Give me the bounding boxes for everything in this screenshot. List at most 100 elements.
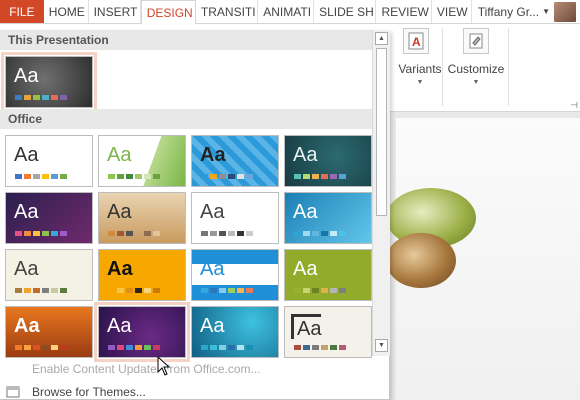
color-swatch: [60, 231, 67, 236]
theme-thumbnail[interactable]: Aa: [5, 192, 93, 244]
avatar: [554, 1, 576, 22]
color-swatch: [117, 288, 124, 293]
color-swatch: [15, 231, 22, 236]
theme-sample-text: Aa: [107, 258, 133, 280]
theme-thumbnail[interactable]: Aa: [284, 135, 372, 187]
theme-thumbnail[interactable]: Aa: [191, 192, 279, 244]
color-swatch: [126, 231, 133, 236]
color-swatch: [153, 231, 160, 236]
color-swatch: [219, 174, 226, 179]
gallery-scrollbar[interactable]: ▲ ▼: [372, 30, 390, 356]
color-swatch: [246, 288, 253, 293]
svg-text:A: A: [412, 35, 421, 49]
color-swatch: [237, 345, 244, 350]
color-swatch: [330, 174, 337, 179]
browse-themes-icon: [6, 386, 20, 398]
tab-design[interactable]: DESIGN: [140, 0, 196, 25]
theme-thumbnail[interactable]: Aa: [98, 135, 186, 187]
enable-content-updates-label: Enable Content Updates from Office.com..…: [32, 362, 261, 376]
theme-sample-text: Aa: [293, 144, 318, 166]
theme-thumbnail[interactable]: Aa: [284, 306, 372, 358]
color-swatch: [201, 288, 208, 293]
tab-file[interactable]: FILE: [0, 0, 44, 23]
theme-thumbnail[interactable]: Aa: [191, 249, 279, 301]
color-swatch: [201, 345, 208, 350]
disc-graphic: [386, 233, 456, 288]
current-theme-thumbnail[interactable]: Aa: [1, 52, 97, 112]
color-swatch: [144, 288, 151, 293]
color-swatch: [24, 231, 31, 236]
color-swatch: [321, 174, 328, 179]
variants-label: Variants: [398, 62, 442, 76]
color-swatch: [246, 174, 253, 179]
color-swatch: [321, 231, 328, 236]
color-swatch: [219, 345, 226, 350]
tab-slide-show[interactable]: SLIDE SH: [314, 0, 377, 23]
tab-animations[interactable]: ANIMATI: [258, 0, 315, 23]
browse-for-themes-item[interactable]: Browse for Themes...: [0, 381, 372, 400]
color-swatch: [60, 174, 67, 179]
scroll-down-icon[interactable]: ▼: [375, 339, 388, 352]
color-swatch: [303, 288, 310, 293]
tab-transitions[interactable]: TRANSITI: [196, 0, 259, 23]
color-swatch: [144, 174, 151, 179]
color-swatches: [108, 345, 160, 350]
color-swatch: [303, 174, 310, 179]
theme-thumbnail[interactable]: Aa: [94, 302, 190, 362]
scroll-up-icon[interactable]: ▲: [375, 32, 388, 45]
theme-thumbnail[interactable]: Aa: [5, 135, 93, 187]
theme-sample-text: Aa: [14, 201, 39, 223]
themes-gallery: This Presentation Aa Office Aa Aa Aa Aa …: [0, 30, 390, 400]
theme-thumbnail[interactable]: Aa: [191, 135, 279, 187]
color-swatch: [210, 231, 217, 236]
theme-sample-text: Aa: [107, 201, 132, 223]
color-swatch: [153, 174, 160, 179]
tab-review[interactable]: REVIEW: [376, 0, 432, 23]
variants-button[interactable]: Variants ▼: [394, 54, 446, 104]
theme-sample-text: Aa: [14, 144, 39, 166]
color-swatch: [330, 345, 337, 350]
theme-thumbnail[interactable]: Aa: [5, 306, 93, 358]
color-swatch: [321, 288, 328, 293]
theme-thumbnail[interactable]: Aa: [284, 192, 372, 244]
customize-button[interactable]: Customize ▼: [447, 26, 505, 106]
color-swatches: [15, 174, 67, 179]
tab-home[interactable]: HOME: [44, 0, 89, 23]
color-swatch: [24, 345, 31, 350]
color-swatch: [228, 174, 235, 179]
color-swatch: [126, 345, 133, 350]
color-swatch: [228, 345, 235, 350]
color-swatch: [237, 174, 244, 179]
slide-canvas[interactable]: [386, 118, 580, 400]
color-swatch: [51, 231, 58, 236]
user-account[interactable]: Tiffany Gr... ▼: [472, 0, 580, 23]
theme-thumbnail[interactable]: Aa: [284, 249, 372, 301]
color-swatch: [60, 288, 67, 293]
color-swatch: [294, 231, 301, 236]
color-swatch: [33, 288, 40, 293]
theme-sample-text: Aa: [14, 258, 39, 280]
color-swatch: [60, 95, 67, 100]
theme-sample-text: Aa: [14, 315, 40, 337]
ribbon-body: A Variants ▼ Customize ▼ ⊣: [370, 24, 580, 112]
tab-view[interactable]: VIEW: [432, 0, 472, 23]
theme-thumbnail[interactable]: Aa: [191, 306, 279, 358]
scrollbar-thumb[interactable]: [376, 48, 387, 216]
color-swatches: [294, 345, 346, 350]
color-swatches: [294, 231, 346, 236]
color-swatches: [294, 174, 346, 179]
color-swatch: [108, 174, 115, 179]
theme-thumbnail[interactable]: Aa: [98, 192, 186, 244]
format-background-icon: [463, 28, 489, 54]
color-swatches: [15, 95, 67, 100]
theme-thumbnail[interactable]: Aa: [98, 249, 186, 301]
color-swatches: [201, 174, 253, 179]
color-swatch: [117, 231, 124, 236]
customize-label: Customize: [447, 62, 505, 76]
theme-thumbnail[interactable]: Aa: [5, 249, 93, 301]
tab-insert[interactable]: INSERT: [89, 0, 141, 23]
color-swatch: [15, 174, 22, 179]
pin-ribbon-icon[interactable]: ⊣: [570, 100, 578, 111]
color-swatch: [294, 174, 301, 179]
color-swatch: [201, 231, 208, 236]
